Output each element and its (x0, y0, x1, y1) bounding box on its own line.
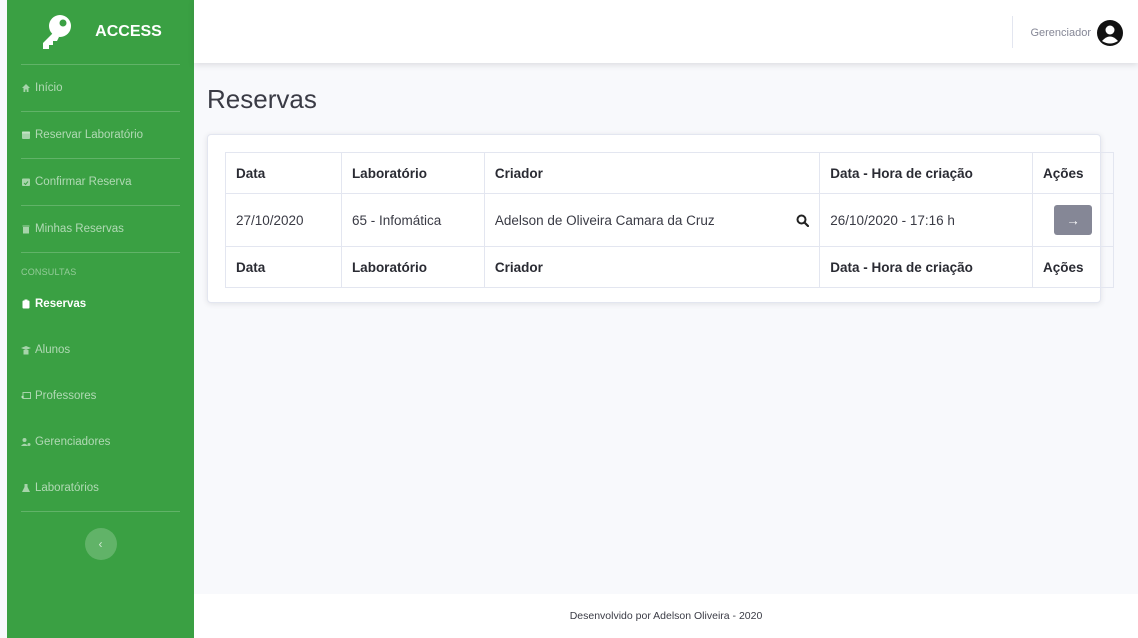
page-footer: Desenvolvido por Adelson Oliveira - 2020 (194, 594, 1138, 638)
view-reserva-button[interactable]: → (1054, 205, 1092, 235)
sidebar-item-laboratorios[interactable]: Laboratórios (7, 465, 194, 511)
user-label: Gerenciador (1030, 27, 1091, 39)
chevron-left-icon: ‹ (98, 537, 103, 551)
table-header-row: Data Laboratório Criador Data - Hora de … (225, 152, 1114, 194)
cell-acoes: → (1032, 193, 1114, 247)
sidebar-item-label: Gerenciadores (35, 436, 111, 448)
calendar-plus-icon (21, 130, 31, 140)
sidebar-item-label: Reservas (35, 298, 87, 310)
sidebar-item-confirmar-reserva[interactable]: Confirmar Reserva (7, 159, 194, 205)
users-cog-icon (21, 437, 31, 447)
sidebar-item-alunos[interactable]: Alunos (7, 327, 194, 373)
sidebar-toggle-button[interactable]: ‹ (84, 528, 117, 560)
column-header-laboratorio[interactable]: Laboratório (340, 152, 485, 194)
cell-data: 27/10/2020 (225, 193, 342, 247)
calendar-check-icon (21, 177, 31, 187)
reservas-table: Data Laboratório Criador Data - Hora de … (225, 152, 1114, 288)
creator-wrap: Adelson de Oliveira Camara da Cruz (494, 212, 810, 228)
sidebar-item-label: Início (35, 82, 63, 94)
footer-text: Desenvolvido por Adelson Oliveira - 2020 (569, 610, 763, 622)
sidebar-item-label: Laboratórios (35, 482, 99, 494)
column-footer-data: Data (225, 246, 342, 288)
cell-data-hora-criacao: 26/10/2020 - 17:16 h (819, 193, 1033, 247)
cell-criador: Adelson de Oliveira Camara da Cruz (483, 193, 821, 247)
arrow-right-icon: → (1066, 212, 1080, 228)
sidebar: ACCESS Início Reservar Laboratório Confi… (7, 0, 194, 638)
column-footer-laboratorio: Laboratório (340, 246, 485, 288)
column-header-data[interactable]: Data (225, 152, 342, 194)
sidebar-item-reservas[interactable]: Reservas (7, 281, 194, 327)
column-footer-acoes: Ações (1032, 246, 1114, 288)
sidebar-item-label: Confirmar Reserva (35, 176, 132, 188)
creator-name: Adelson de Oliveira Camara da Cruz (494, 212, 715, 228)
column-header-criador[interactable]: Criador (483, 152, 821, 194)
sidebar-item-professores[interactable]: Professores (7, 373, 194, 419)
sidebar-item-gerenciadores[interactable]: Gerenciadores (7, 419, 194, 465)
graduate-icon (21, 345, 31, 355)
sidebar-item-inicio[interactable]: Início (7, 65, 194, 111)
column-footer-criador: Criador (483, 246, 821, 288)
flask-icon (21, 483, 31, 493)
page-title: Reservas (207, 84, 317, 114)
sidebar-toggle-wrap: ‹ (7, 512, 194, 560)
home-icon (21, 83, 31, 93)
sidebar-heading: CONSULTAS (21, 267, 77, 277)
key-icon (43, 15, 72, 49)
column-header-acoes: Ações (1032, 152, 1114, 194)
topbar-divider (1012, 16, 1013, 48)
sidebar-item-label: Minhas Reservas (35, 223, 124, 235)
sidebar-item-reservar-laboratorio[interactable]: Reservar Laboratório (7, 112, 194, 158)
cell-laboratorio: 65 - Infomática (340, 193, 485, 247)
search-icon[interactable] (796, 214, 810, 227)
sidebar-item-label: Reservar Laboratório (35, 129, 144, 141)
topbar: Gerenciador (194, 0, 1138, 63)
user-circle-icon (1097, 20, 1123, 46)
user-menu[interactable]: Gerenciador (1030, 20, 1123, 46)
sidebar-item-label: Professores (35, 390, 97, 402)
table-footer-row: Data Laboratório Criador Data - Hora de … (225, 246, 1114, 288)
table-row: 27/10/2020 65 - Infomática Adelson de Ol… (225, 193, 1114, 247)
brand[interactable]: ACCESS (7, 0, 194, 64)
column-header-data-hora-criacao[interactable]: Data - Hora de criação (819, 152, 1033, 194)
column-footer-data-hora-criacao: Data - Hora de criação (819, 246, 1033, 288)
trash-icon (21, 224, 31, 234)
sidebar-item-label: Alunos (35, 344, 71, 356)
chalkboard-icon (21, 391, 31, 401)
clipboard-icon (21, 299, 31, 309)
reservas-card: Data Laboratório Criador Data - Hora de … (207, 134, 1114, 303)
sidebar-item-minhas-reservas[interactable]: Minhas Reservas (7, 206, 194, 252)
brand-name: ACCESS (95, 23, 162, 40)
